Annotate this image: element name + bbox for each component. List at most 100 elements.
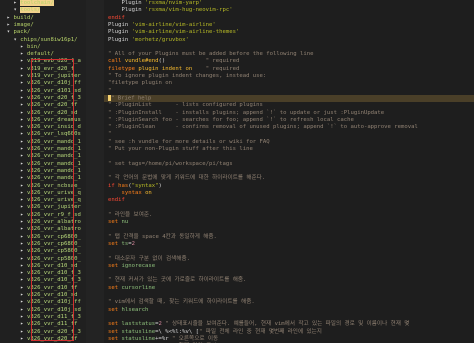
chevron-right-icon[interactable]: ▸ <box>20 161 27 167</box>
code-line[interactable]: 38" see :h vundle for more details or wi… <box>104 139 474 146</box>
file-tree-sidebar[interactable]: ▸ toolchain/ ▾ tools/ ▸ build/ ▸ image/ … <box>0 0 86 343</box>
code-line[interactable]: 53 <box>104 248 474 255</box>
chevron-right-icon[interactable]: ▸ <box>20 88 27 94</box>
code-line[interactable]: 32" Brief help <box>104 94 474 103</box>
tree-item[interactable]: ▸ v326_vvr_cp6800_ <box>0 241 86 248</box>
code-line[interactable]: 57" 현재 커서가 있는 곳에 가로줄로 하이라이트를 해줌. <box>104 277 474 284</box>
tree-item[interactable]: ▸ v326_vvr_d20_ff <box>0 102 86 109</box>
code-line[interactable]: 65set statusline+=%r " 오른쪽으로 이동 <box>104 336 474 343</box>
tree-folder[interactable]: ▾ chips/sun8iw16p1/ <box>0 37 86 44</box>
tree-item[interactable]: ▸ v319_vvr_jupiter <box>0 73 86 80</box>
chevron-right-icon[interactable]: ▸ <box>20 175 27 181</box>
code-line[interactable]: 43" 각 언어의 문법에 맞게 키워드에 대한 하이라이트를 해준다. <box>104 175 474 182</box>
chevron-right-icon[interactable]: ▸ <box>7 15 14 21</box>
tree-item[interactable]: ▸ v319_evb_d20_f_a <box>0 58 86 65</box>
code-line[interactable]: 52set ts=2 <box>104 241 474 248</box>
code-line[interactable]: 37" <box>104 131 474 138</box>
chevron-right-icon[interactable]: ▸ <box>20 321 27 327</box>
code-line[interactable]: 51" 탭 간격을 space 4칸과 동일하게 해줌. <box>104 234 474 241</box>
code-line[interactable]: 63set laststatus=2 " 상태표시줄을 보여준다. 예를들어, … <box>104 321 474 328</box>
tree-item[interactable]: ▸ v326_vvr_d20_f_3 <box>0 329 86 336</box>
chevron-right-icon[interactable]: ▸ <box>20 336 27 342</box>
code-line[interactable]: 25 <box>104 44 474 51</box>
tree-folder[interactable]: ▸ bin/ <box>0 44 86 51</box>
tree-item[interactable]: ▸ v326_vvr_d10_f_3 <box>0 270 86 277</box>
tree-item[interactable]: ▸ v326_vvr_r9_f_sd <box>0 212 86 219</box>
code-line[interactable]: 46endif <box>104 197 474 204</box>
tree-item[interactable]: ▸ v326_vvr_d10j_sd <box>0 307 86 314</box>
chevron-right-icon[interactable]: ▸ <box>20 219 27 225</box>
tree-item[interactable]: ▸ v326_vvr_d11_f_3 <box>0 314 86 321</box>
tree-item[interactable]: ▸ v326_vvr_urive_q <box>0 190 86 197</box>
tree-item[interactable]: ▸ v326_vvr_cp6800_ <box>0 234 86 241</box>
tree-folder[interactable]: ▸ default/ <box>0 51 86 58</box>
code-line[interactable]: 41" set tags=/home/pi/workspace/pi/tags <box>104 161 474 168</box>
code-line[interactable]: 35" :PluginSearch foo - searches for foo… <box>104 117 474 124</box>
chevron-right-icon[interactable]: ▸ <box>20 212 27 218</box>
tree-item[interactable]: ▸ v326_vvr_d20_sd <box>0 110 86 117</box>
tree-item[interactable]: ▸ v326_vvr_d10_f_3 <box>0 277 86 284</box>
code-line[interactable]: 33" :PluginList - lists configured plugi… <box>104 102 474 109</box>
tree-item[interactable]: ▸ v326_vvr_jupiter <box>0 204 86 211</box>
chevron-right-icon[interactable]: ▸ <box>20 153 27 159</box>
code-line[interactable]: 19 Plugin 'rsxma/nvim-yarp' <box>104 0 474 7</box>
code-line[interactable]: 45 syntax on <box>104 190 474 197</box>
chevron-right-icon[interactable]: ▸ <box>20 168 27 174</box>
chevron-right-icon[interactable]: ▸ <box>20 131 27 137</box>
tree-item[interactable]: ▸ v326_vvr_dreamus <box>0 117 86 124</box>
chevron-right-icon[interactable]: ▸ <box>20 263 27 269</box>
chevron-right-icon[interactable]: ▸ <box>20 124 27 130</box>
code-editor[interactable]: 19 Plugin 'rsxma/nvim-yarp'20 Plugin 'rs… <box>104 0 474 343</box>
tree-folder[interactable]: ▾ tools/ <box>0 7 86 14</box>
code-line[interactable]: 26" All of your Plugins must be added be… <box>104 51 474 58</box>
chevron-right-icon[interactable]: ▸ <box>20 314 27 320</box>
tree-item[interactable]: ▸ v326_vvr_d10_sd <box>0 292 86 299</box>
code-line[interactable]: 58set cursorline <box>104 285 474 292</box>
chevron-right-icon[interactable]: ▸ <box>20 307 27 313</box>
tree-folder[interactable]: ▸ build/ <box>0 15 86 22</box>
chevron-right-icon[interactable]: ▸ <box>20 204 27 210</box>
tree-item[interactable]: ▸ v326_vvr_mando_1 <box>0 161 86 168</box>
chevron-right-icon[interactable]: ▸ <box>7 22 14 28</box>
chevron-right-icon[interactable]: ▸ <box>20 66 27 72</box>
chevron-right-icon[interactable]: ▸ <box>20 248 27 254</box>
tree-folder[interactable]: ▾ pack/ <box>0 29 86 36</box>
tree-item[interactable]: ▸ v326_vvr_urive_q <box>0 197 86 204</box>
chevron-down-icon[interactable]: ▾ <box>7 29 14 35</box>
chevron-right-icon[interactable]: ▸ <box>20 146 27 152</box>
code-line[interactable]: 29" To ignore plugin indent changes, ins… <box>104 73 474 80</box>
chevron-right-icon[interactable]: ▸ <box>20 299 27 305</box>
chevron-right-icon[interactable]: ▸ <box>20 277 27 283</box>
code-line[interactable]: 34" :PluginInstall - installs plugins; a… <box>104 110 474 117</box>
chevron-right-icon[interactable]: ▸ <box>20 256 27 262</box>
tree-item[interactable]: ▸ v326_vvr_d11_ff <box>0 321 86 328</box>
chevron-right-icon[interactable]: ▸ <box>20 183 27 189</box>
code-line[interactable]: 50 <box>104 226 474 233</box>
tree-item[interactable]: ▸ v326_vvr_albatro <box>0 226 86 233</box>
code-line[interactable]: 40 <box>104 153 474 160</box>
code-line[interactable]: 20 Plugin 'rsxma/vim-hug-neovim-rpc' <box>104 7 474 14</box>
chevron-right-icon[interactable]: ▸ <box>20 241 27 247</box>
tree-folder[interactable]: ▸ toolchain/ <box>0 0 86 7</box>
chevron-right-icon[interactable]: ▸ <box>20 226 27 232</box>
chevron-right-icon[interactable]: ▸ <box>20 117 27 123</box>
tree-item[interactable]: ▸ v326_vvr_d20_ff <box>0 336 86 343</box>
tree-item[interactable]: ▸ v319_evr_d20_f <box>0 66 86 73</box>
tree-item[interactable]: ▸ v326_vvr_lsq600s <box>0 131 86 138</box>
chevron-right-icon[interactable]: ▸ <box>20 95 27 101</box>
chevron-right-icon[interactable]: ▸ <box>20 73 27 79</box>
tree-item[interactable]: ▸ v326_vvr_mando_1 <box>0 153 86 160</box>
chevron-right-icon[interactable]: ▸ <box>20 197 27 203</box>
chevron-right-icon[interactable]: ▸ <box>20 285 27 291</box>
code-line[interactable]: 54" 대소문자 구분 없이 검색해줌. <box>104 256 474 263</box>
tree-item[interactable]: ▸ v326_vvr_cp5800_ <box>0 256 86 263</box>
chevron-right-icon[interactable]: ▸ <box>20 234 27 240</box>
tree-item[interactable]: ▸ v326_vvr_d10j_ff <box>0 80 86 87</box>
tree-item[interactable]: ▸ v326_vvr_d20_f_3 <box>0 95 86 102</box>
code-line[interactable]: 23Plugin 'vim-airline/vim-airline-themes… <box>104 29 474 36</box>
code-line[interactable]: 60" vim에서 검색할 때, 찾는 키워드에 하이라이트를 해줌. <box>104 299 474 306</box>
chevron-right-icon[interactable]: ▸ <box>20 44 27 50</box>
code-line[interactable]: 22Plugin 'vim-airline/vim-airline' <box>104 22 474 29</box>
tree-item[interactable]: ▸ v326_vvr_mando_1 <box>0 146 86 153</box>
code-line[interactable]: 44if has("syntax") <box>104 183 474 190</box>
